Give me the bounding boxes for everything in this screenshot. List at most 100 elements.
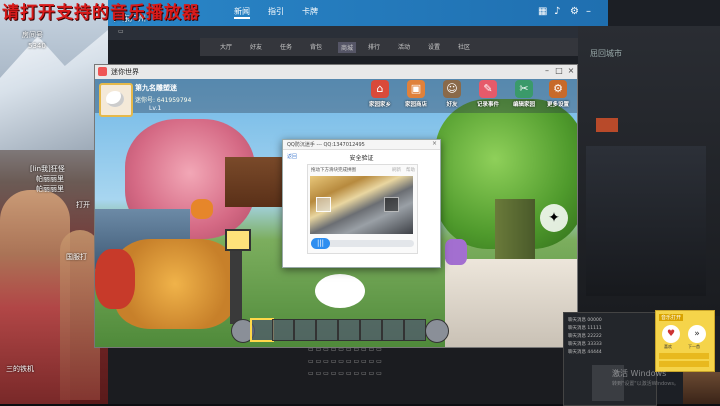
next-icon[interactable]: » bbox=[688, 325, 706, 343]
back-nav-item[interactable]: 排行 bbox=[368, 42, 380, 51]
back-nav-item[interactable]: 设置 bbox=[428, 42, 440, 51]
right-panel-title: 屈回城市 bbox=[590, 49, 622, 58]
hotbar-slot[interactable] bbox=[382, 319, 404, 341]
puzzle-target bbox=[384, 197, 399, 212]
hud-button-label: 家园家乡 bbox=[368, 102, 391, 108]
avatar-face bbox=[106, 91, 124, 107]
back-nav-item[interactable]: 社区 bbox=[458, 42, 470, 51]
hotbar-slot[interactable] bbox=[404, 319, 426, 341]
grid-icon[interactable]: ▦ bbox=[538, 6, 547, 17]
room-label: 房间号 bbox=[22, 31, 43, 39]
player-level: Lv.1 bbox=[149, 105, 162, 112]
close-icon[interactable]: × bbox=[432, 140, 437, 147]
back-nav-item[interactable]: 背包 bbox=[310, 42, 322, 51]
hud-button-label: 记录事件 bbox=[476, 102, 499, 108]
minimize-button[interactable]: – bbox=[541, 66, 553, 75]
chat-line: 聊天消息 11111 bbox=[568, 326, 602, 331]
next-label: 下一首 bbox=[688, 344, 700, 349]
stream-chat-line: [lin我]狂怪 bbox=[30, 165, 65, 173]
back-row: ▭ ▭ ▭ ▭ ▭ ▭ ▭ ▭ ▭ ▭ bbox=[308, 358, 382, 365]
hotbar-slot[interactable] bbox=[294, 319, 316, 341]
verify-titlebar[interactable]: QQ防沉迷手 --- QQ:1347012495 × bbox=[283, 140, 440, 150]
hud-button-label: 家园商店 bbox=[404, 102, 427, 108]
hud-button-hometown[interactable]: ⌂ 家园家乡 bbox=[363, 80, 397, 112]
chat-line: 聊天消息 00000 bbox=[568, 318, 602, 323]
edit-icon: ✂ bbox=[515, 80, 533, 98]
cat-icon: ☺ bbox=[443, 80, 461, 98]
hud-button-settings[interactable]: ⚙ 更多设置 bbox=[541, 80, 575, 112]
hud-button-friends[interactable]: ☺ 好友 bbox=[435, 80, 469, 112]
right-panel-content bbox=[586, 146, 706, 296]
verify-window-title: QQ防沉迷手 --- QQ:1347012495 bbox=[287, 142, 365, 148]
back-row: ▭ ▭ ▭ ▭ ▭ ▭ ▭ ▭ ▭ ▭ bbox=[308, 370, 382, 377]
room-count: 5340 bbox=[28, 42, 46, 50]
music-title: 音乐打开 bbox=[659, 314, 684, 321]
hud-button-shop[interactable]: ▣ 家园商店 bbox=[399, 80, 433, 112]
refresh-link[interactable]: 刷新 bbox=[392, 167, 401, 173]
back-app-title: ▭ bbox=[118, 28, 124, 35]
shop-icon: ▣ bbox=[407, 80, 425, 98]
hotbar-slot[interactable] bbox=[272, 319, 294, 341]
close-button[interactable]: × bbox=[565, 66, 577, 75]
chat-line: 聊天消息 22222 bbox=[568, 334, 602, 339]
heart-icon[interactable]: ♥ bbox=[662, 325, 680, 343]
hotbar-slot[interactable] bbox=[316, 319, 338, 341]
tab-guide[interactable]: 指引 bbox=[268, 6, 284, 17]
player-id: 迷你号: 641959794 bbox=[135, 97, 192, 104]
back-nav-item[interactable]: 任务 bbox=[280, 42, 292, 51]
house-icon: ⌂ bbox=[371, 80, 389, 98]
hotbar-slot[interactable] bbox=[360, 319, 382, 341]
overlay-banner: 请打开支持的音乐播放器 bbox=[2, 3, 200, 23]
stream-preview-pane: 房间号 5340 [lin我]狂怪 帕丽丽里 帕丽丽里 打开 国服打 三的铁机 bbox=[0, 0, 108, 404]
white-creature[interactable] bbox=[315, 274, 365, 308]
minimize-icon[interactable]: – bbox=[586, 6, 591, 17]
music-player-panel[interactable]: 音乐打开 ♥ » 喜欢 下一首 bbox=[655, 310, 715, 372]
captcha-image bbox=[310, 176, 413, 234]
app-logo-icon bbox=[98, 67, 107, 76]
hotbar-slot[interactable] bbox=[250, 318, 274, 342]
gear-icon[interactable]: ⚙ bbox=[570, 6, 579, 17]
captcha-box: 拖动下方滑块完成拼图 刷新 帮助 ||| bbox=[307, 164, 418, 254]
lamp bbox=[225, 229, 251, 251]
stream-chat-line: 国服打 bbox=[66, 253, 87, 261]
slider-handle[interactable]: ||| bbox=[311, 238, 330, 249]
hud-button-log[interactable]: ✎ 记录事件 bbox=[471, 80, 505, 112]
back-nav-item[interactable]: 活动 bbox=[398, 42, 410, 51]
chat-log-panel[interactable]: 聊天消息 00000 聊天消息 11111 聊天消息 22222 聊天消息 33… bbox=[563, 312, 657, 406]
red-flowers bbox=[95, 249, 135, 309]
jump-button[interactable]: ✦ bbox=[540, 204, 568, 232]
hotbar-slot[interactable] bbox=[338, 319, 360, 341]
game-titlebar[interactable]: 迷你世界 – □ × bbox=[95, 65, 577, 79]
chat-line: 聊天消息 44444 bbox=[568, 350, 602, 355]
stream-chat-line: 帕丽丽里 bbox=[36, 185, 64, 193]
chat-line: 聊天消息 33333 bbox=[568, 342, 602, 347]
log-icon: ✎ bbox=[479, 80, 497, 98]
verify-heading: 安全验证 bbox=[349, 155, 374, 162]
security-verify-dialog[interactable]: QQ防沉迷手 --- QQ:1347012495 × 返回 安全验证 拖动下方滑… bbox=[282, 139, 441, 268]
like-label: 喜欢 bbox=[664, 344, 672, 349]
hud-button-label: 编辑家园 bbox=[512, 102, 535, 108]
wooden-house bbox=[225, 157, 285, 207]
help-link[interactable]: 帮助 bbox=[406, 167, 415, 173]
pumpkin bbox=[191, 199, 213, 219]
hotbar[interactable] bbox=[228, 318, 442, 342]
game-window-title: 迷你世界 bbox=[111, 68, 139, 76]
puzzle-piece[interactable] bbox=[316, 197, 331, 212]
back-nav-item[interactable]: 商城 bbox=[338, 42, 357, 53]
chat-button[interactable] bbox=[425, 319, 449, 343]
captcha-instruction: 拖动下方滑块完成拼图 bbox=[311, 168, 356, 173]
tab-cards[interactable]: 卡牌 bbox=[302, 6, 318, 17]
avatar[interactable] bbox=[99, 83, 133, 117]
purple-flower bbox=[445, 239, 467, 265]
back-nav-item[interactable]: 好友 bbox=[250, 42, 262, 51]
stream-chat-line: 帕丽丽里 bbox=[36, 175, 64, 183]
music-row bbox=[659, 361, 709, 367]
stream-bottom-text: 三的铁机 bbox=[6, 365, 34, 373]
back-nav-item[interactable]: 大厅 bbox=[220, 42, 232, 51]
hud-button-edit[interactable]: ✂ 编辑家园 bbox=[507, 80, 541, 112]
stone-path bbox=[445, 259, 577, 347]
music-icon[interactable]: ♪ bbox=[554, 6, 560, 17]
tab-news[interactable]: 新闻 bbox=[234, 6, 250, 19]
maximize-button[interactable]: □ bbox=[553, 66, 565, 75]
back-nav-bar: 大厅 好友 任务 背包 商城 排行 活动 设置 社区 bbox=[200, 38, 580, 56]
